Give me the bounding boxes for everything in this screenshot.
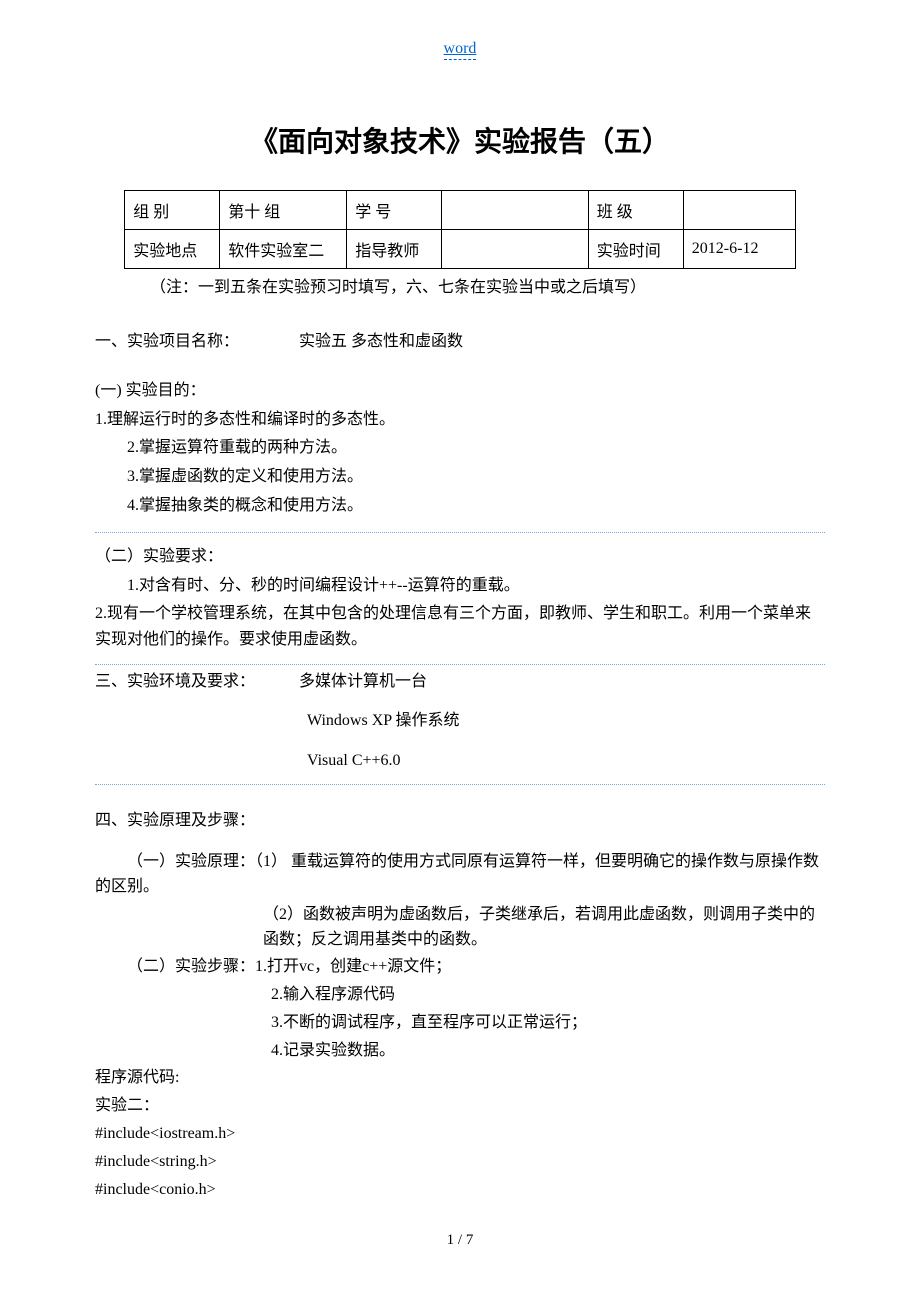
list-item: 3.掌握虚函数的定义和使用方法。 — [127, 464, 825, 490]
env-line-3: Visual C++6.0 — [307, 748, 825, 774]
env-line-2: Windows XP 操作系统 — [307, 708, 825, 734]
list-item: 1.理解运行时的多态性和编译时的多态性。 — [95, 407, 825, 433]
table-row: 实验地点 软件实验室二 指导教师 实验时间 2012-6-12 — [125, 230, 796, 269]
code-line: #include<string.h> — [95, 1150, 825, 1175]
dotted-section-environment: 三、实验环境及要求： 多媒体计算机一台 Windows XP 操作系统 Visu… — [95, 669, 825, 786]
table-row: 组 别 第十 组 学 号 班 级 — [125, 191, 796, 230]
list-item: 4.掌握抽象类的概念和使用方法。 — [127, 493, 825, 519]
cell-location-label: 实验地点 — [125, 230, 220, 269]
section-3-heading: 三、实验环境及要求： 多媒体计算机一台 — [95, 669, 825, 695]
cell-group-label: 组 别 — [125, 191, 220, 230]
page-number: 1 / 7 — [95, 1232, 825, 1249]
dotted-section-requirements: （二）实验要求： 1.对含有时、分、秒的时间编程设计++--运算符的重载。 2.… — [95, 532, 825, 664]
cell-class-value — [683, 191, 795, 230]
report-title: 《面向对象技术》实验报告（五） — [95, 120, 825, 160]
cell-group-value: 第十 组 — [220, 191, 347, 230]
code-line: #include<iostream.h> — [95, 1122, 825, 1147]
section-1-label: 一、实验项目名称： — [95, 329, 295, 355]
principle-p2: （2）函数被声明为虚函数后，子类继承后，若调用此虚函数，则调用子类中的函数；反之… — [95, 903, 825, 953]
table-note: （注：一到五条在实验预习时填写，六、七条在实验当中或之后填写） — [150, 275, 825, 301]
cell-student-id-value — [442, 191, 589, 230]
list-item: 2.现有一个学校管理系统，在其中包含的处理信息有三个方面，即教师、学生和职工。利… — [95, 601, 825, 652]
steps-p5: 3.不断的调试程序，直至程序可以正常运行； — [271, 1011, 825, 1036]
section-4: 四、实验原理及步骤： （一）实验原理：（1） 重载运算符的使用方式同原有运算符一… — [95, 809, 825, 1202]
steps-p4: 2.输入程序源代码 — [271, 983, 825, 1008]
header-word-link[interactable]: word — [444, 40, 477, 60]
section-4-heading: 四、实验原理及步骤： — [95, 809, 825, 834]
steps-p6: 4.记录实验数据。 — [271, 1039, 825, 1064]
section-1-value: 实验五 多态性和虚函数 — [299, 333, 463, 350]
info-table: 组 别 第十 组 学 号 班 级 实验地点 软件实验室二 指导教师 实验时间 2… — [124, 190, 796, 269]
principle-p1: （一）实验原理：（1） 重载运算符的使用方式同原有运算符一样，但要明确它的操作数… — [95, 850, 825, 900]
page-root: word 《面向对象技术》实验报告（五） 组 别 第十 组 学 号 班 级 实验… — [0, 0, 920, 1279]
cell-location-value: 软件实验室二 — [220, 230, 347, 269]
cell-time-value: 2012-6-12 — [683, 230, 795, 269]
cell-student-id-label: 学 号 — [347, 191, 442, 230]
header-row: word — [95, 40, 825, 60]
cell-teacher-value — [442, 230, 589, 269]
section-3-label: 三、实验环境及要求： — [95, 669, 295, 695]
list-item: 1.对含有时、分、秒的时间编程设计++--运算符的重载。 — [127, 573, 825, 599]
code-line: #include<conio.h> — [95, 1178, 825, 1203]
steps-p3: （二）实验步骤：1.打开vc，创建c++源文件； — [95, 955, 825, 980]
section-1-heading: 一、实验项目名称： 实验五 多态性和虚函数 — [95, 329, 825, 355]
subsection-a-title: (一) 实验目的： — [95, 378, 825, 404]
code-subtitle: 实验二： — [95, 1094, 825, 1119]
cell-time-label: 实验时间 — [588, 230, 683, 269]
cell-teacher-label: 指导教师 — [347, 230, 442, 269]
env-line-1: 多媒体计算机一台 — [299, 673, 427, 690]
list-item: 2.掌握运算符重载的两种方法。 — [127, 435, 825, 461]
code-title: 程序源代码: — [95, 1066, 825, 1091]
subsection-b-title: （二）实验要求： — [95, 544, 825, 570]
cell-class-label: 班 级 — [588, 191, 683, 230]
